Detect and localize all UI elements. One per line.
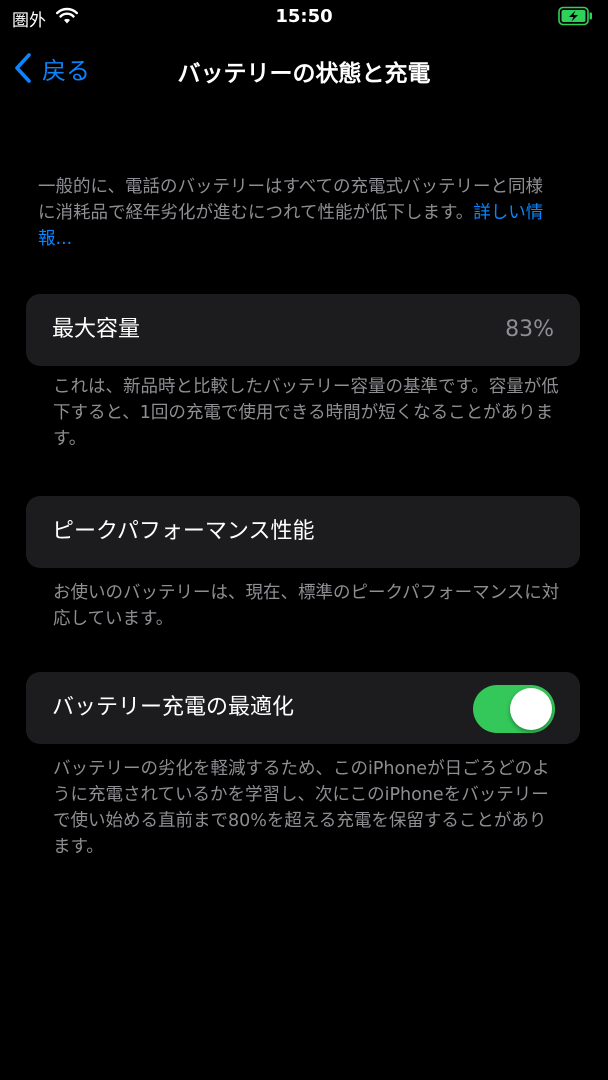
status-bar: 圏外 15:50 — [0, 0, 608, 34]
peak-performance-row: ピークパフォーマンス性能 — [26, 496, 580, 568]
intro-description: 一般的に、電話のバッテリーはすべての充電式バッテリーと同様に消耗品で経年劣化が進… — [38, 174, 558, 252]
navigation-bar: 戻る バッテリーの状態と充電 — [0, 40, 608, 96]
max-capacity-note: これは、新品時と比較したバッテリー容量の基準です。容量が低下すると、1回の充電で… — [53, 377, 559, 449]
peak-performance-label: ピークパフォーマンス性能 — [52, 519, 315, 544]
optimized-charging-row: バッテリー充電の最適化 — [26, 672, 580, 744]
peak-performance-note: お使いのバッテリーは、現在、標準のピークパフォーマンスに対応しています。 — [53, 583, 560, 629]
battery-charging-icon — [558, 6, 592, 26]
max-capacity-row: 最大容量 83% — [26, 294, 580, 366]
optimized-charging-label: バッテリー充電の最適化 — [52, 695, 295, 720]
battery-health-screen: 圏外 15:50 戻る バッテリーの状態と充電 一般的に、電話のバッテリーはすべ… — [0, 0, 608, 1080]
page-title: バッテリーの状態と充電 — [177, 61, 431, 87]
toggle-knob — [510, 688, 552, 730]
optimized-charging-note: バッテリーの劣化を軽減するため、このiPhoneが日ごろどのように充電されている… — [53, 759, 550, 857]
status-time: 15:50 — [275, 6, 333, 27]
intro-text: 一般的に、電話のバッテリーはすべての充電式バッテリーと同様に消耗品で経年劣化が進… — [38, 177, 544, 223]
max-capacity-label: 最大容量 — [52, 317, 141, 342]
optimized-charging-toggle[interactable] — [473, 685, 555, 733]
max-capacity-value: 83% — [505, 317, 554, 342]
